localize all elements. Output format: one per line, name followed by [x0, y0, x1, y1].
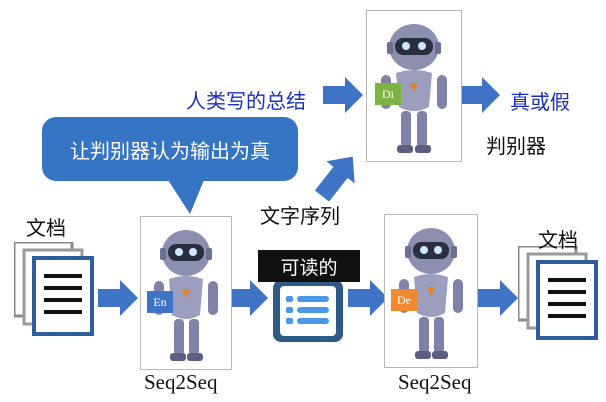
decoder-tag: De	[391, 289, 417, 311]
arrow-sequence-to-discriminator	[314, 156, 355, 202]
arrow-discriminator-to-result	[460, 77, 500, 113]
document-label-right: 文档	[538, 228, 578, 252]
arrow-encoder-to-readable	[228, 280, 268, 316]
encoder-tag: En	[147, 291, 173, 313]
seq2seq-label-right: Seq2Seq	[398, 370, 472, 394]
seq2seq-gan-diagram: Di En De 让判别器认为输出为真 可读的 人类写的总结 真或假 判别器 文…	[0, 0, 606, 402]
word-sequence-label: 文字序列	[260, 204, 340, 228]
speech-bubble-text: 让判别器认为输出为真	[70, 139, 270, 163]
discriminator-label: 判别器	[486, 134, 546, 158]
discriminator-tag: Di	[375, 83, 401, 105]
document-stack-icon	[14, 242, 94, 336]
arrow-doc-to-encoder	[98, 280, 138, 316]
decoder-robot-frame: De	[384, 214, 478, 368]
readable-label: 可读的	[258, 250, 360, 282]
document-stack-icon	[518, 246, 598, 340]
speech-bubble: 让判别器认为输出为真	[42, 117, 298, 181]
document-label-left: 文档	[26, 216, 66, 240]
list-document-icon	[273, 280, 343, 342]
true-or-false-label: 真或假	[510, 90, 570, 114]
arrow-decoder-to-doc	[478, 280, 518, 316]
discriminator-robot-frame: Di	[366, 10, 462, 162]
human-summary-label: 人类写的总结	[186, 89, 306, 113]
arrow-readable-to-decoder	[348, 280, 388, 316]
encoder-robot-frame: En	[140, 216, 232, 370]
arrow-summary-to-discriminator	[323, 77, 363, 113]
seq2seq-label-left: Seq2Seq	[144, 370, 218, 394]
